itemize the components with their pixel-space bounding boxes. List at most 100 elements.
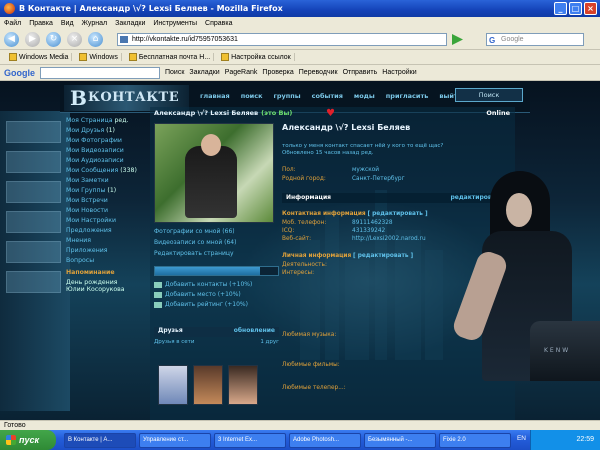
sidebar-item-audio[interactable]: Мои Аудиозаписи <box>66 157 138 164</box>
menu-file[interactable]: Файл <box>4 20 21 27</box>
sidebar-item-offers[interactable]: Предложения <box>66 227 138 234</box>
rating-icon <box>154 301 162 308</box>
bookmark-icon <box>128 53 137 61</box>
pagerank-indicator: PageRank <box>224 69 258 76</box>
sidebar-item-messages[interactable]: Мои Сообщения (338) <box>66 167 138 174</box>
bookmark-label: Windows <box>89 53 118 61</box>
minimize-button[interactable]: _ <box>554 2 567 15</box>
friend-photo[interactable] <box>193 365 223 405</box>
back-icon[interactable]: ◀ <box>4 32 19 47</box>
sidebar-item-my-page[interactable]: Моя Страница ред. <box>66 117 138 124</box>
go-icon[interactable] <box>452 34 463 45</box>
nav-mods[interactable]: моды <box>354 92 375 100</box>
close-button[interactable]: × <box>584 2 597 15</box>
friend-photo[interactable] <box>228 365 258 405</box>
videos-with-me-link[interactable]: Видеозаписи со мной (64) <box>154 239 279 246</box>
add-contacts-link[interactable]: Добавить контакты (+10%) <box>154 281 252 288</box>
nav-events[interactable]: события <box>312 92 343 100</box>
menu-bookmarks[interactable]: Закладки <box>115 20 145 27</box>
sidebar-item-opinions[interactable]: Мнения <box>66 237 138 244</box>
search-input[interactable]: G Google <box>486 33 584 46</box>
maximize-button[interactable]: □ <box>569 2 582 15</box>
sidebar-item-friends[interactable]: Мои Друзья (1) <box>66 127 138 134</box>
friends-thumbnails <box>158 365 258 405</box>
taskbar-item[interactable]: Управление ст... <box>139 432 211 448</box>
add-place-link[interactable]: Добавить место (+10%) <box>154 291 252 298</box>
nav-invite[interactable]: пригласить <box>386 92 429 100</box>
sidebar-item-settings[interactable]: Мои Настройки <box>66 217 138 224</box>
friends-edit-link[interactable]: обновление <box>234 327 275 337</box>
heart-icon: ♥ <box>326 108 335 119</box>
start-button[interactable]: пуск <box>0 430 56 450</box>
menu-history[interactable]: Журнал <box>82 20 108 27</box>
forward-icon[interactable]: ▶ <box>25 32 40 47</box>
reload-icon[interactable]: ↻ <box>46 32 61 47</box>
send-button[interactable]: Отправить <box>343 69 378 76</box>
friends-online-link[interactable]: Друзья в сети <box>154 339 194 345</box>
taskbar-item[interactable]: 3 Internet Ex... <box>214 432 286 448</box>
google-bookmarks-button[interactable]: Закладки <box>189 69 219 76</box>
bookmark-item[interactable]: Windows Media <box>6 53 73 61</box>
sidebar-reminder-text[interactable]: День рождения Юлии Косорукова <box>66 279 138 293</box>
contact-edit-link[interactable]: [ редактировать ] <box>367 211 427 217</box>
translate-button[interactable]: Переводчик <box>299 69 338 76</box>
menu-tools[interactable]: Инструменты <box>153 20 197 27</box>
settings-button[interactable]: Настройки <box>382 69 416 76</box>
sidebar-item-photos[interactable]: Мои Фотографии <box>66 137 138 144</box>
stop-icon[interactable]: × <box>67 32 82 47</box>
nav-home[interactable]: главная <box>200 92 230 100</box>
google-toolbar: Google Поиск Закладки PageRank Проверка … <box>0 65 600 81</box>
sidebar-item-apps[interactable]: Приложения <box>66 247 138 254</box>
home-icon[interactable]: ⌂ <box>88 32 103 47</box>
online-status: Online <box>486 109 510 117</box>
personal-edit-link[interactable]: [ редактировать ] <box>353 253 413 259</box>
friends-title[interactable]: Друзья <box>158 327 183 337</box>
spellcheck-button[interactable]: Проверка <box>262 69 293 76</box>
window-titlebar: В Контакте | Александр \√? Lexsi Беляев … <box>0 0 600 17</box>
friend-photo[interactable] <box>158 365 188 405</box>
status-text: только у меня контакт спасает нёй у кого… <box>282 143 444 149</box>
google-search-input[interactable] <box>40 66 160 79</box>
menu-edit[interactable]: Правка <box>29 20 53 27</box>
windows-logo-icon <box>6 435 16 445</box>
photos-with-me-link[interactable]: Фотографии со мной (66) <box>154 228 279 235</box>
web-page: В КОНТАКТЕ главная поиск группы события … <box>0 81 600 420</box>
taskbar-item[interactable]: Adobe Photosh... <box>289 432 361 448</box>
google-search-button[interactable]: Поиск <box>165 69 184 76</box>
site-search-button[interactable]: Поиск <box>455 88 523 102</box>
menu-bar: Файл Правка Вид Журнал Закладки Инструме… <box>0 17 600 30</box>
profile-header-name: Александр \√? Lexsi Беляев <box>154 109 259 117</box>
taskbar-item[interactable]: Fixie 2.0 <box>439 432 511 448</box>
edit-page-link[interactable]: Редактировать страницу <box>154 250 279 257</box>
bookmark-icon <box>9 53 17 61</box>
favicon-icon <box>120 36 128 43</box>
website-link[interactable]: http://Lexsi2002.narod.ru <box>352 236 426 242</box>
sidebar-item-notes[interactable]: Мои Заметки <box>66 177 138 184</box>
sidebar-item-groups[interactable]: Мои Группы (1) <box>66 187 138 194</box>
menu-help[interactable]: Справка <box>205 20 232 27</box>
clock[interactable]: 22:59 <box>576 436 594 443</box>
bookmark-item[interactable]: Настройка ссылок <box>218 53 295 61</box>
menu-view[interactable]: Вид <box>61 20 74 27</box>
profile-status[interactable]: только у меня контакт спасает нёй у кого… <box>282 143 482 157</box>
bookmark-item[interactable]: Windows <box>76 53 122 61</box>
personal-row: Любимые фильмы: <box>282 362 340 368</box>
language-indicator[interactable]: EN <box>517 435 526 442</box>
nav-search[interactable]: поиск <box>241 92 263 100</box>
window-title: В Контакте | Александр \√? Lexsi Беляев … <box>19 4 283 13</box>
info-row: Родной город: Санкт-Петербург <box>282 176 405 182</box>
firefox-icon <box>4 3 15 14</box>
logo-text: КОНТАКТЕ <box>88 90 180 105</box>
url-input[interactable]: http://vkontakte.ru/id75957053631 <box>117 33 447 46</box>
add-rating-link[interactable]: Добавить рейтинг (+10%) <box>154 301 252 308</box>
bookmark-item[interactable]: Бесплатная почта H... <box>126 53 215 61</box>
profile-photo[interactable] <box>154 123 274 223</box>
sidebar-item-questions[interactable]: Вопросы <box>66 257 138 264</box>
sidebar-item-meetings[interactable]: Мои Встречи <box>66 197 138 204</box>
nav-groups[interactable]: группы <box>274 92 301 100</box>
sidebar-item-news[interactable]: Мои Новости <box>66 207 138 214</box>
taskbar-item[interactable]: В Контакте | А... <box>64 432 136 448</box>
taskbar-item[interactable]: Безымянный -... <box>364 432 436 448</box>
sidebar-item-videos[interactable]: Мои Видеозаписи <box>66 147 138 154</box>
contact-header: Контактная информация [ редактировать ] <box>282 211 428 217</box>
